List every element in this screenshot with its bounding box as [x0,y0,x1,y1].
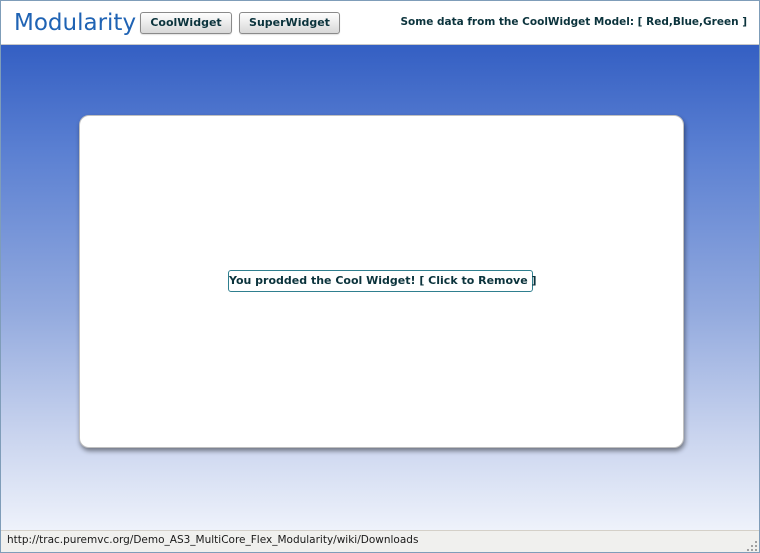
app-title: Modularity [14,10,137,36]
app-header: Modularity CoolWidget SuperWidget Some d… [1,1,759,45]
coolwidget-button[interactable]: CoolWidget [140,12,232,34]
model-data-text: Some data from the CoolWidget Model: [ R… [400,16,748,28]
status-url-text: http://trac.puremvc.org/Demo_AS3_MultiCo… [7,534,419,546]
cool-widget-remove-button[interactable]: You prodded the Cool Widget! [ Click to … [228,270,537,292]
superwidget-button[interactable]: SuperWidget [239,12,340,34]
browser-frame: Modularity CoolWidget SuperWidget Some d… [0,0,760,553]
gradient-stage: You prodded the Cool Widget! [ Click to … [1,45,759,530]
status-bar: http://trac.puremvc.org/Demo_AS3_MultiCo… [1,530,759,552]
resize-grip-icon[interactable] [746,540,758,552]
widget-panel: You prodded the Cool Widget! [ Click to … [79,115,684,448]
